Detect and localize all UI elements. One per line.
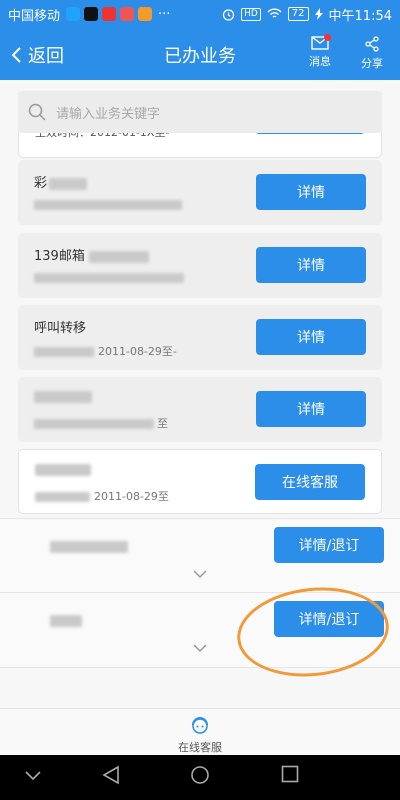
- business-name: [35, 462, 91, 477]
- business-info: 2011-08-29至-: [34, 343, 177, 359]
- list-item: 详情/退订: [0, 518, 400, 594]
- wifi-icon: [267, 8, 282, 18]
- chevron-down-icon[interactable]: [192, 643, 208, 653]
- battery-level: 72: [287, 7, 309, 21]
- list-item: 至 详情: [18, 377, 382, 442]
- app-badge-icon: [120, 7, 135, 21]
- share-icon: [365, 36, 379, 52]
- search-icon: [28, 103, 46, 121]
- system-navigation-bar: [0, 755, 400, 800]
- message-label: 消息: [309, 55, 331, 68]
- tiktok-icon: [84, 7, 99, 21]
- business-name: 139邮箱: [34, 245, 149, 264]
- hide-keyboard-icon[interactable]: [25, 771, 41, 781]
- more-notifications: ···: [158, 6, 171, 22]
- list-item: 详情/退订: [0, 592, 400, 668]
- detail-button[interactable]: 详情: [256, 391, 366, 427]
- hd-badge: HD: [241, 7, 261, 21]
- customer-service-icon: [192, 717, 208, 734]
- detail-button[interactable]: 详情: [256, 174, 366, 210]
- back-label: 返回: [28, 46, 64, 67]
- business-info: 至: [34, 415, 168, 431]
- share-button[interactable]: 分享: [352, 34, 392, 71]
- business-name: 彩: [34, 172, 88, 191]
- search-placeholder: 请输入业务关键字: [56, 106, 161, 122]
- business-name: 呼叫转移: [34, 321, 87, 336]
- clock: 中午11:54: [328, 8, 392, 24]
- chevron-left-icon: [11, 47, 21, 63]
- weibo-icon: [102, 7, 117, 21]
- message-button[interactable]: 消息: [300, 34, 340, 69]
- title-bar: 返回 已办业务 消息 分享: [0, 28, 400, 80]
- list-item: 呼叫转移 2011-08-29至- 详情: [18, 305, 382, 370]
- online-service-button[interactable]: 在线客服: [255, 464, 365, 500]
- back-button[interactable]: 返回: [10, 42, 64, 68]
- share-label: 分享: [361, 57, 383, 70]
- detail-unsubscribe-button[interactable]: 详情/退订: [274, 601, 384, 637]
- status-bar: 中国移动 ··· HD 72 中午11:54: [0, 0, 400, 28]
- business-list[interactable]: 请输入业务关键字 生效时间：2012-01-1X至- 彩 详情 139邮箱 详情…: [0, 80, 400, 708]
- detail-unsubscribe-button[interactable]: 详情/退订: [274, 527, 384, 563]
- detail-button[interactable]: 详情: [256, 319, 366, 355]
- business-name: [50, 539, 128, 554]
- list-item: 彩 详情: [18, 160, 382, 225]
- list-item: 2011-08-29至 在线客服: [18, 449, 382, 514]
- hand-icon: [138, 7, 153, 21]
- recents-square-icon[interactable]: [281, 765, 299, 783]
- business-info: [34, 198, 182, 211]
- business-name: [50, 613, 82, 628]
- online-service-tab[interactable]: 在线客服: [0, 708, 400, 755]
- list-item: 139邮箱 详情: [18, 233, 382, 298]
- detail-button[interactable]: 详情: [256, 247, 366, 283]
- business-info: [34, 271, 184, 284]
- business-info: 2011-08-29至: [35, 488, 169, 504]
- back-triangle-icon[interactable]: [102, 765, 120, 785]
- business-name: [34, 389, 92, 404]
- search-input[interactable]: 请输入业务关键字: [18, 91, 382, 133]
- charging-icon: [314, 8, 323, 20]
- unread-dot: [324, 34, 331, 41]
- app-notification-icon: [66, 7, 81, 21]
- chevron-down-icon[interactable]: [192, 569, 208, 579]
- carrier-label: 中国移动: [8, 8, 61, 24]
- alarm-icon: [222, 8, 235, 21]
- online-service-label: 在线客服: [178, 741, 222, 754]
- home-circle-icon[interactable]: [190, 765, 210, 785]
